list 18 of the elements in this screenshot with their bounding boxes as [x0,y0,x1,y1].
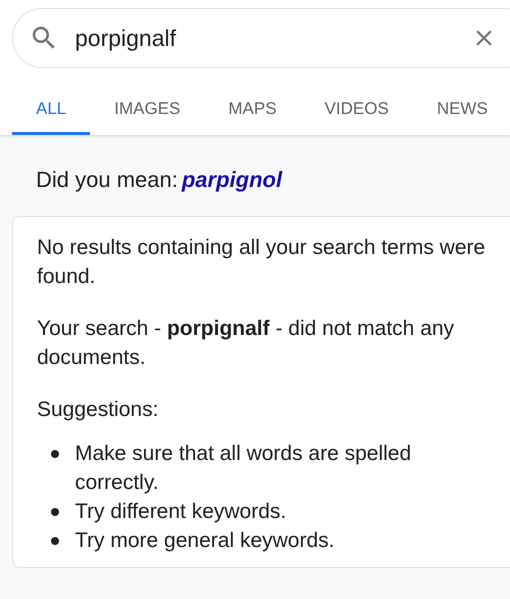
tab[interactable]: IMAGES [90,84,204,134]
message-text: No results containing all your search terms were found. [37,234,486,290]
did-you-mean-label: Did you mean: [36,166,178,194]
tab[interactable]: MAPS [204,84,301,134]
search-text: porpignalf [75,24,178,53]
suggestion-text: Try different keywords. [75,498,286,524]
bullet-icon [51,536,59,544]
tab[interactable]: VIDEOS [300,84,413,134]
suggestion-link[interactable]: parpignol [182,162,282,196]
tab[interactable]: ALL [12,84,90,134]
suggestion-text: Try more general keywords. [75,528,334,554]
suggestion-text: Make sure that all words are spelled correctly. [75,440,412,496]
tab[interactable]: NEWS [412,84,510,134]
search-field[interactable]: porpignalf [12,8,510,68]
message-text: Your search - porpignalf - did not match any documents. [37,316,456,370]
bullet-icon [51,508,59,516]
bullet-icon [51,450,59,458]
message-text: Suggestions: [37,396,160,422]
